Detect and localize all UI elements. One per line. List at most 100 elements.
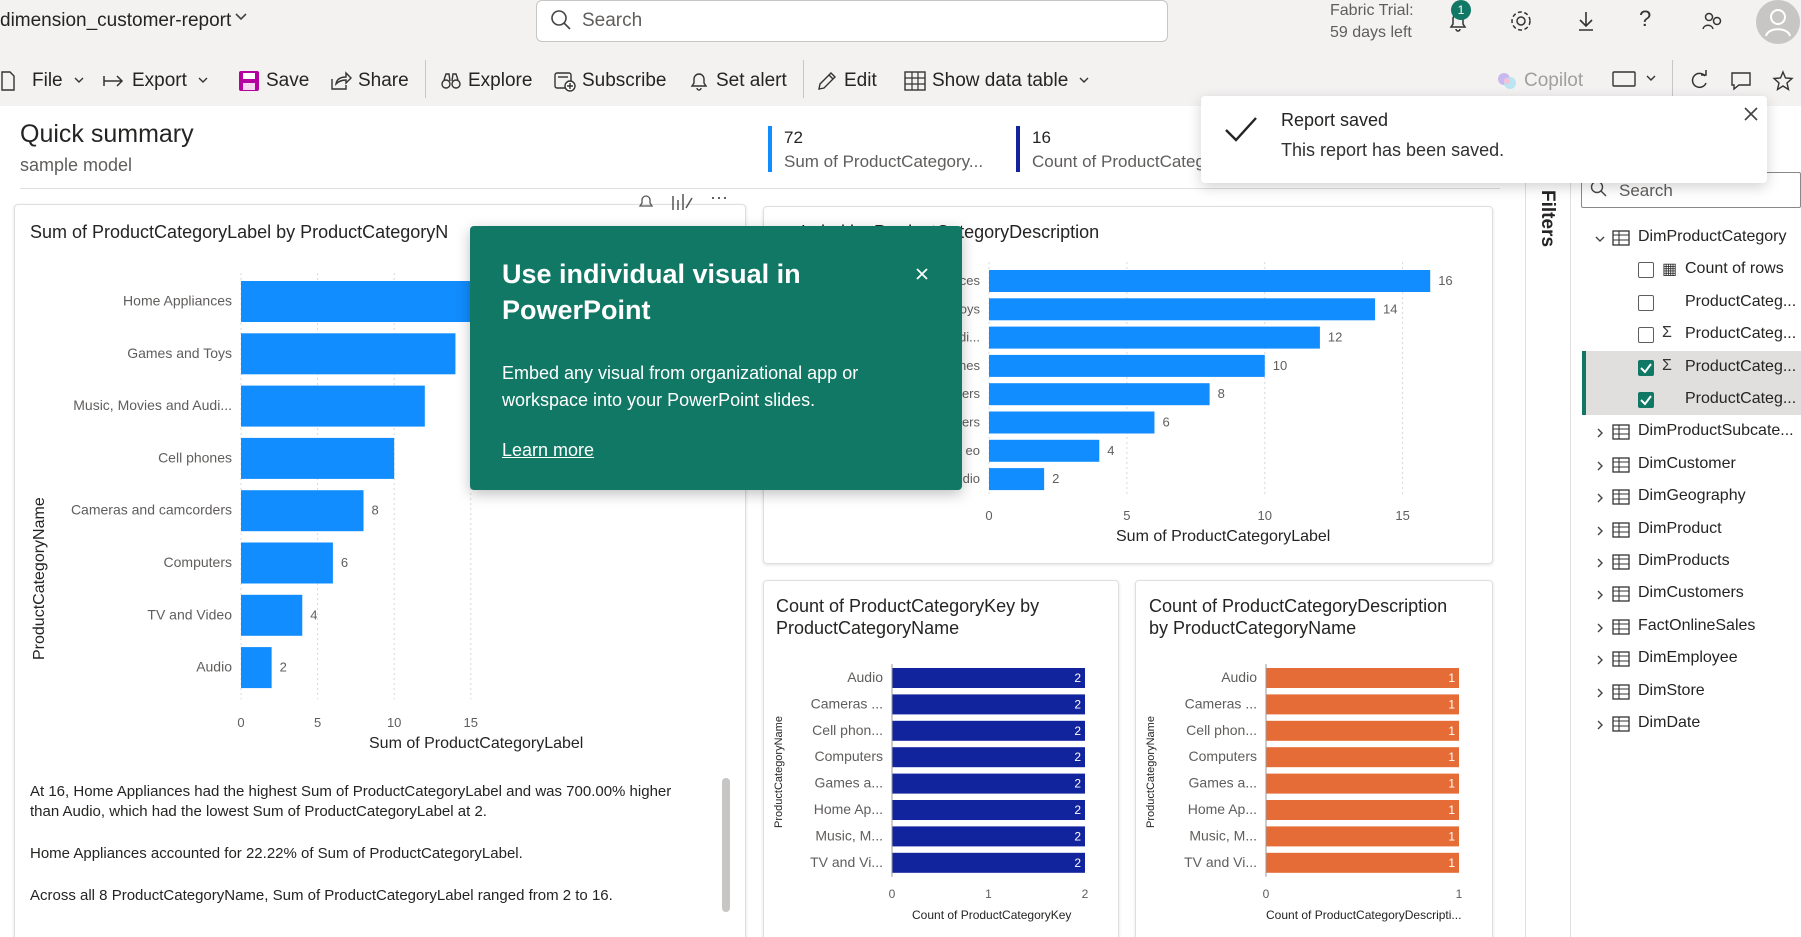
category-label: Cameras and camcorders (71, 502, 232, 518)
table-icon (1612, 683, 1630, 706)
copilot-visual-icon[interactable] (670, 192, 694, 217)
close-icon[interactable] (1743, 106, 1759, 122)
data-label: 1 (1448, 803, 1455, 817)
x-tick-label: 15 (1395, 508, 1409, 523)
copilot-button[interactable]: Copilot (1496, 70, 1583, 92)
field-checkbox[interactable] (1638, 392, 1654, 408)
filters-label[interactable]: Filters (1536, 190, 1558, 247)
close-icon[interactable] (914, 266, 930, 282)
table-name[interactable]: DimProduct (1638, 520, 1722, 538)
x-tick-label: 1 (1456, 887, 1463, 901)
chevron-down-icon (1646, 75, 1656, 81)
field-name[interactable]: ProductCateg... (1685, 293, 1796, 311)
chevron-right-icon[interactable] (1594, 686, 1606, 704)
save-button[interactable]: Save (238, 70, 309, 92)
bar (241, 385, 425, 427)
narrative-p2: Home Appliances accounted for 22.22% of … (30, 845, 523, 862)
table-name[interactable]: DimProductCategory (1638, 228, 1787, 246)
set-alert-button[interactable]: Set alert (688, 70, 787, 92)
favorite-star-icon[interactable] (1772, 70, 1794, 92)
data-label: 2 (1074, 750, 1081, 764)
bar (892, 852, 1085, 873)
bar (989, 354, 1265, 377)
show-data-table-button[interactable]: Show data table (904, 70, 1094, 92)
data-label: 8 (372, 503, 379, 518)
view-menu[interactable] (1612, 70, 1660, 88)
bar (241, 281, 487, 322)
copilot-icon (1498, 73, 1516, 89)
user-avatar[interactable] (1756, 0, 1800, 44)
field-name[interactable]: ProductCateg... (1685, 358, 1796, 376)
chevron-right-icon[interactable] (1594, 524, 1606, 542)
bar (241, 594, 303, 636)
share-button[interactable]: Share (330, 70, 409, 92)
help-icon[interactable]: ? (1639, 6, 1651, 32)
subscribe-button[interactable]: Subscribe (554, 70, 667, 92)
chevron-right-icon[interactable] (1594, 459, 1606, 477)
x-tick-label: 5 (1123, 508, 1130, 523)
category-label: Audio (847, 669, 883, 685)
chevron-right-icon[interactable] (1594, 653, 1606, 671)
pin-alert-icon[interactable] (636, 192, 656, 217)
popup-title-l1: Use individual visual in (502, 259, 801, 289)
refresh-icon[interactable] (1688, 70, 1710, 92)
bar (892, 694, 1085, 715)
chevron-right-icon[interactable] (1594, 621, 1606, 639)
table-name[interactable]: FactOnlineSales (1638, 617, 1755, 635)
table-name[interactable]: DimStore (1638, 682, 1705, 700)
export-menu[interactable]: Export (102, 70, 213, 92)
field-checkbox[interactable] (1638, 327, 1654, 344)
data-label: 4 (1107, 443, 1114, 458)
data-label: 1 (1448, 777, 1455, 791)
learn-more-link[interactable]: Learn more (502, 440, 594, 461)
field-checkbox[interactable] (1638, 359, 1654, 376)
narrative-scrollbar[interactable] (722, 778, 730, 912)
category-label: TV and Vi... (810, 854, 883, 870)
table-icon (1612, 650, 1630, 673)
chevron-down-icon[interactable] (232, 8, 250, 31)
chevron-right-icon[interactable] (1594, 556, 1606, 574)
edit-button[interactable]: Edit (816, 70, 877, 92)
sigma-icon: Σ (1662, 324, 1672, 342)
chevron-right-icon[interactable] (1594, 426, 1606, 444)
x-tick-label: 0 (889, 887, 896, 901)
page-title: Quick summary (20, 120, 194, 148)
table-name[interactable]: DimCustomer (1638, 455, 1736, 473)
gear-icon[interactable] (1508, 8, 1534, 39)
category-label: ers (962, 386, 981, 401)
chevron-right-icon[interactable] (1594, 718, 1606, 736)
chart4-title-l2: by ProductCategoryName (1149, 618, 1357, 638)
table-name[interactable]: DimProducts (1638, 552, 1730, 570)
x-tick-label: 10 (387, 715, 401, 730)
chart3-ylabel-wrap: ProductCategoryName (768, 716, 790, 828)
field-checkbox[interactable] (1638, 262, 1654, 279)
subscribe-icon (554, 72, 576, 92)
category-label: Music, M... (1189, 827, 1257, 843)
feedback-people-icon[interactable] (1700, 8, 1726, 39)
field-name[interactable]: Count of rows (1685, 260, 1784, 278)
report-title[interactable]: dimension_customer-report (0, 10, 231, 32)
table-name[interactable]: DimGeography (1638, 487, 1746, 505)
binoculars-icon (441, 73, 461, 89)
download-icon[interactable] (1573, 8, 1599, 39)
trial-status[interactable]: Fabric Trial: 59 days left (1330, 0, 1414, 44)
bell-icon (690, 73, 708, 91)
category-label: di... (959, 330, 980, 345)
table-name[interactable]: DimProductSubcate... (1638, 422, 1794, 440)
file-menu[interactable]: File (0, 70, 89, 92)
chevron-right-icon[interactable] (1594, 588, 1606, 606)
chevron-right-icon[interactable] (1594, 491, 1606, 509)
data-label: 2 (1074, 803, 1081, 817)
more-options-icon[interactable]: ⋯ (710, 188, 728, 209)
comment-icon[interactable] (1730, 70, 1752, 92)
category-label: Computers (164, 554, 232, 570)
chevron-down-icon[interactable] (1594, 232, 1606, 250)
table-name[interactable]: DimEmployee (1638, 649, 1738, 667)
table-name[interactable]: DimCustomers (1638, 584, 1744, 602)
table-name[interactable]: DimDate (1638, 714, 1700, 732)
field-checkbox[interactable] (1638, 294, 1654, 311)
field-name[interactable]: ProductCateg... (1685, 325, 1796, 343)
field-name[interactable]: ProductCateg... (1685, 390, 1796, 408)
explore-button[interactable]: Explore (440, 70, 532, 92)
set-alert-label: Set alert (716, 70, 787, 91)
